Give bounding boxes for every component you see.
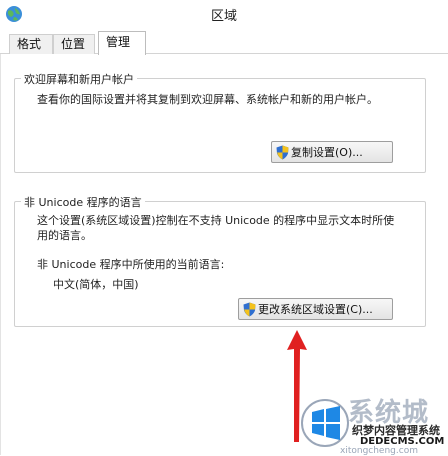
non-unicode-description-line2: 用的语言。: [37, 229, 92, 242]
uac-shield-icon: [276, 145, 289, 160]
tab-location[interactable]: 位置: [53, 34, 95, 54]
non-unicode-description-line1: 这个设置(系统区域设置)控制在不支持 Unicode 的程序中显示文本时所使: [37, 214, 395, 227]
copy-settings-label: 复制设置(O)...: [291, 146, 363, 159]
title-bar: 区域: [0, 0, 448, 30]
tab-strip: 格式 位置 管理: [0, 30, 448, 55]
current-language-label: 非 Unicode 程序中所使用的当前语言:: [37, 258, 225, 271]
current-language-value: 中文(简体，中国): [53, 278, 139, 291]
non-unicode-language-group: 非 Unicode 程序的语言 这个设置(系统区域设置)控制在不支持 Unico…: [14, 194, 426, 327]
change-system-locale-button[interactable]: 更改系统区域设置(C)...: [238, 298, 393, 320]
non-unicode-group-legend: 非 Unicode 程序的语言: [21, 194, 145, 210]
uac-shield-icon: [243, 302, 256, 317]
copy-settings-button[interactable]: 复制设置(O)...: [271, 141, 393, 163]
watermark: 系统城 织梦内容管理系统 DEDECMS.COM xitongcheng.com: [300, 392, 448, 456]
change-system-locale-label: 更改系统区域设置(C)...: [258, 303, 373, 316]
tab-administrative[interactable]: 管理: [98, 31, 146, 55]
welcome-group-legend: 欢迎屏幕和新用户帐户: [21, 71, 137, 87]
window-title: 区域: [210, 9, 237, 24]
welcome-group-description: 查看你的国际设置并将其复制到欢迎屏幕、系统帐户和新的用户帐户。: [37, 93, 378, 106]
region-dialog: 区域 格式 位置 管理 欢迎屏幕和新用户帐户 查看你的国际设置并将其复制到欢迎屏…: [0, 0, 448, 456]
tab-format[interactable]: 格式: [9, 34, 53, 54]
welcome-screen-group: 欢迎屏幕和新用户帐户 查看你的国际设置并将其复制到欢迎屏幕、系统帐户和新的用户帐…: [14, 71, 426, 173]
windows-logo-icon: [301, 399, 349, 447]
